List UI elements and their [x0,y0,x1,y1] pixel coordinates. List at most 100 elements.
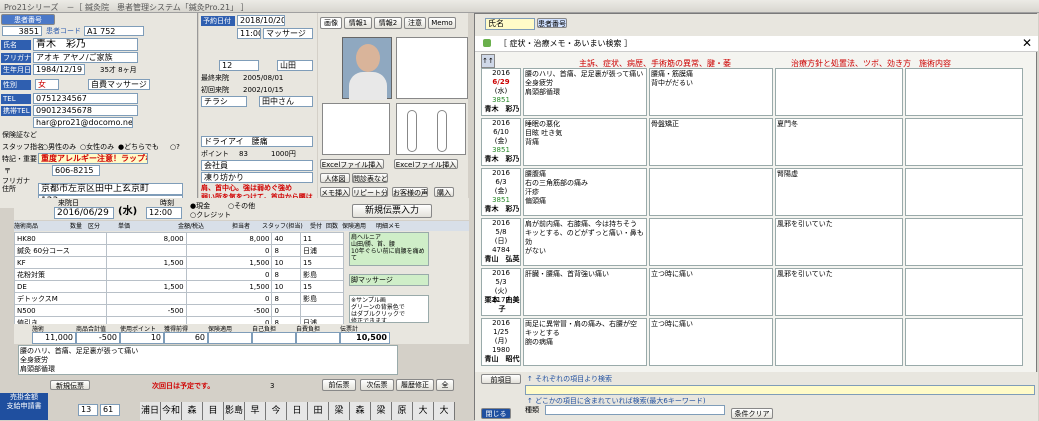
staff-btn[interactable]: 梁 [371,402,392,420]
treatment-notes[interactable]: 腰のハリ、首痛、足足裏が張って痛い 全身疲労 肩頭部循環 [18,345,398,375]
staff-btn[interactable]: 影島 [224,402,245,420]
row-op[interactable] [905,118,1023,166]
row-op[interactable] [905,218,1023,266]
staff-btn[interactable]: 目 [203,402,224,420]
special-note[interactable]: 重度アレルギー注意！ラップなど [38,153,148,164]
reserve-date[interactable]: 2018/10/20 [237,15,285,26]
chirashi-staff[interactable]: 田中さん [259,96,313,107]
row-plan[interactable]: 風邪を引いていた [775,218,903,266]
item-s2[interactable]: 11 [300,232,344,245]
purchase-button[interactable]: 購入 [434,187,454,197]
row-plan[interactable]: 風邪を引いていた [775,268,903,316]
zip[interactable]: 606-8215 [52,165,100,176]
row-op[interactable] [905,268,1023,316]
address-1[interactable]: 京都市左京区田中上玄京町 [38,183,183,195]
excel-sheet-thumb[interactable] [322,103,390,155]
row-muscle[interactable]: 腰痛・筋膜痛 背中がだるい [649,68,773,116]
item-name[interactable]: DE [14,280,107,293]
row-op[interactable] [905,68,1023,116]
card-code[interactable]: A1 752 [84,26,144,36]
item-s2[interactable]: 日浦 [300,244,344,257]
keyword-field[interactable] [545,405,725,415]
item-price[interactable] [105,292,187,305]
item-price[interactable]: 1,500 [105,256,187,269]
memo-row-3[interactable]: ※サンプル画 グリーンの背景色で はダブルクリックで 修正できます [349,295,429,323]
item-price[interactable]: -500 [105,304,187,317]
item-s1[interactable]: 10 [271,280,302,293]
hobby[interactable]: 凍り坊かり [201,172,313,183]
row-symptom[interactable]: 両足に異常冒・肩の痛み、右腰が空 キッとする 腕の病痛 [523,318,647,366]
patient-search-button[interactable]: 患者番号 [1,14,55,25]
item-row[interactable]: N500 -500 -500 0 [14,304,344,317]
item-name[interactable]: KF [14,256,107,269]
pay-credit[interactable]: ○クレジット [190,210,231,220]
history-row[interactable]: 2016 5/8 (日) 4784 青山 弘英 肩が前内痛、右膝痛、今は持ちそう キッと… [481,218,1026,266]
item-row[interactable]: 鍼灸 60分コース 0 8 日浦 [14,244,344,257]
item-s1[interactable]: 40 [271,232,302,245]
staff-pref-opt-4[interactable]: ○? [170,142,180,152]
pay-other[interactable]: ○その他 [228,201,255,211]
visit-time[interactable]: 12:00 [146,207,182,219]
staff-pref-opt-1[interactable]: ○男性のみ [42,142,76,152]
close-icon[interactable]: ✕ [1022,36,1032,50]
row-symptom[interactable]: 腰腹痛 右の三角筋部の痛み 汗疹 偏頭痛 [523,168,647,216]
staff-btn[interactable]: 浦日 [140,402,161,420]
item-name[interactable]: HK80 [14,232,107,245]
questionnaire-button[interactable]: 問診表など [352,173,388,183]
item-s1[interactable]: 10 [271,256,302,269]
history-row[interactable]: 2016 5/3 (火) 1177 栗本 由美子 肝臓・腰痛、首背強い痛い 立つ時に痛い… [481,268,1026,316]
close-button[interactable]: 閉じる [481,408,511,419]
tab-info2[interactable]: 情報2 [374,17,402,29]
staff-btn[interactable]: 大 [413,402,434,420]
item-s1[interactable]: 8 [271,292,302,305]
item-s2[interactable]: 影島 [300,292,344,305]
item-row[interactable]: 花粉対策 0 8 影島 [14,268,344,281]
prev-slip-button[interactable]: 前伝票 [322,379,356,391]
row-muscle[interactable]: 立つ時に痛い [649,318,773,366]
visit-count[interactable]: 12 [219,60,259,71]
reserve-staff[interactable]: 山田 [277,60,313,71]
tab-caution[interactable]: 注意 [404,17,426,29]
staff-btn[interactable]: 大 [434,402,455,420]
staff-pref-opt-2[interactable]: ○女性のみ [80,142,114,152]
row-plan[interactable] [775,318,903,366]
body-chart-button[interactable]: 人体図 [320,173,350,183]
excel-insert-button[interactable]: Excelファイル挿入 [320,159,384,169]
hist-patient[interactable]: 氏名 [485,18,535,30]
staff-btn[interactable]: 森 [350,402,371,420]
staff-btn[interactable]: 梁 [329,402,350,420]
row-op[interactable] [905,318,1023,366]
row-muscle[interactable] [649,168,773,216]
image-slot-2[interactable] [396,37,468,99]
search-fields-row[interactable] [525,385,1035,395]
furigana[interactable]: アオキ アヤノ/ご家族 [33,52,138,63]
body-chart[interactable] [396,103,466,155]
hist-code[interactable]: 患者番号 [537,18,567,28]
staff-btn[interactable]: 森 [182,402,203,420]
memo-row-2[interactable]: 脚マッサージ [349,274,429,286]
row-op[interactable] [905,168,1023,216]
all-button[interactable]: 全 [436,379,454,391]
item-price[interactable]: 8,000 [105,232,187,245]
staff-btn[interactable]: 今和日 [161,402,182,420]
staff-pref-opt-3[interactable]: ●どちらでも [118,142,159,152]
item-s2[interactable]: 15 [300,256,344,269]
item-s2[interactable]: 15 [300,280,344,293]
patient-name[interactable]: 青木 彩乃 [33,38,138,51]
memo-row-1[interactable]: 肩ヘルニア 山田/勝、首、腰 10年ぐらい前に肩腰を痛めて [349,232,429,266]
item-name[interactable]: N500 [14,304,107,317]
kanja-no[interactable]: 3851 [2,26,42,36]
next-slip-button[interactable]: 次伝票 [360,379,394,391]
new-slip-button[interactable]: 新規伝票入力 [352,204,432,218]
visit-date[interactable]: 2016/06/29 [54,207,114,219]
collapse-icon[interactable]: ↑↑ [481,54,495,68]
history-row[interactable]: 2016 1/25 (月) 1980 青山 昭代 両足に異常冒・肩の痛み、右腰が空 キッ… [481,318,1026,366]
row-muscle[interactable]: 骨盤矯正 [649,118,773,166]
item-s1[interactable]: 8 [271,244,302,257]
item-s1[interactable]: 0 [271,304,302,317]
tab-image[interactable]: 画像 [320,17,342,29]
row-plan[interactable] [775,68,903,116]
kind-select[interactable]: 自費マッサージ [88,79,150,90]
item-s1[interactable]: 8 [271,268,302,281]
reserve-time[interactable]: 11:00 [237,28,261,39]
